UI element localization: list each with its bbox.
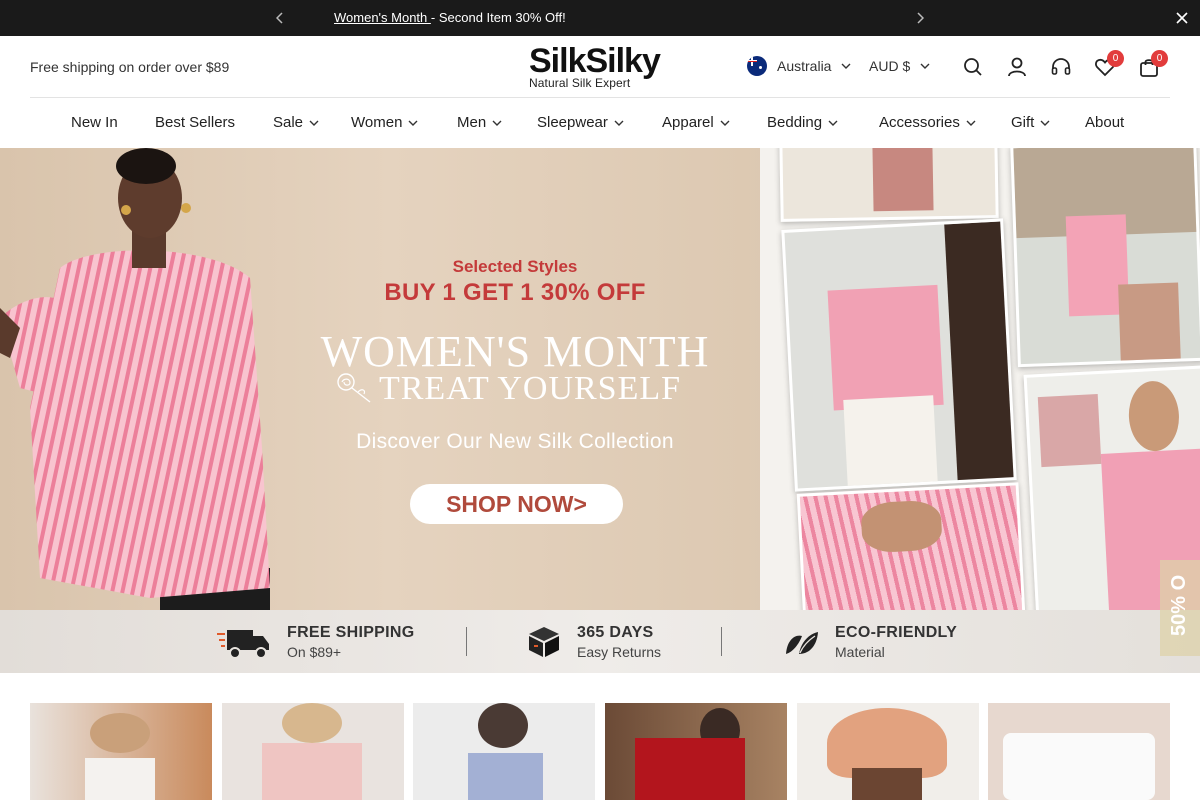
discount-side-tab-label: 50% O	[1168, 574, 1190, 636]
australia-flag-icon	[747, 56, 767, 76]
nav-item-bedding[interactable]: Bedding	[767, 114, 838, 131]
announcement-text: Women's Month - Second Item 30% Off!	[334, 10, 566, 25]
nav-label: Men	[457, 114, 487, 131]
currency-label: AUD $	[869, 58, 911, 74]
region-label: Australia	[777, 58, 832, 74]
chevron-down-icon	[920, 63, 930, 69]
announcement-offer: - Second Item 30% Off!	[430, 10, 566, 25]
close-announcement-button[interactable]	[1172, 8, 1192, 28]
prev-announcement-button[interactable]	[270, 0, 290, 36]
benefit-returns: 365 DAYS Easy Returns	[527, 610, 661, 673]
announcement-bar: Women's Month - Second Item 30% Off!	[0, 0, 1200, 36]
benefit-title: ECO-FRIENDLY	[835, 623, 958, 641]
collage-photo-mirror-selfie	[781, 218, 1017, 492]
nav-label: About	[1085, 114, 1125, 131]
benefits-bar: FREE SHIPPING On $89+ 365 DAYS Easy Retu…	[0, 610, 1200, 673]
product-card[interactable]	[605, 703, 787, 800]
chevron-down-icon	[614, 120, 624, 126]
product-card[interactable]	[413, 703, 595, 800]
hero-model-image	[0, 148, 270, 610]
nav-item-sale[interactable]: Sale	[273, 114, 319, 131]
hero-subheadline: TREAT YOURSELF	[378, 370, 682, 407]
benefit-title: 365 DAYS	[577, 623, 654, 641]
region-selector[interactable]: Australia	[747, 56, 867, 76]
nav-item-women[interactable]: Women	[351, 114, 418, 131]
main-navigation: New In Best Sellers Sale Women Men Sleep…	[0, 98, 1200, 148]
product-row	[0, 703, 1200, 800]
site-logo[interactable]: SilkSilky Natural Silk Expert	[529, 44, 674, 90]
nav-item-accessories[interactable]: Accessories	[879, 114, 976, 131]
chevron-down-icon	[828, 120, 838, 126]
next-announcement-button[interactable]	[910, 0, 930, 36]
nav-item-gift[interactable]: Gift	[1011, 114, 1050, 131]
cart-button[interactable]: 0	[1138, 50, 1168, 78]
collage-photo-chair	[779, 148, 999, 222]
collage-photo-kitchen	[1010, 148, 1200, 368]
shipping-note: Free shipping on order over $89	[30, 59, 230, 75]
nav-item-sleepwear[interactable]: Sleepwear	[537, 114, 624, 131]
benefit-eco: ECO-FRIENDLY Material	[785, 610, 957, 673]
discount-side-tab[interactable]: 50% O	[1160, 560, 1200, 656]
currency-selector[interactable]: AUD $	[869, 58, 930, 74]
benefit-subtitle: Easy Returns	[577, 643, 662, 660]
support-button[interactable]	[1050, 56, 1072, 78]
nav-item-best-sellers[interactable]: Best Sellers	[155, 114, 235, 131]
close-icon	[1176, 12, 1188, 24]
product-card[interactable]	[222, 703, 404, 800]
nav-label: Women	[351, 114, 403, 131]
leaf-icon	[786, 631, 818, 654]
user-icon	[1008, 57, 1026, 77]
benefit-divider	[466, 627, 467, 656]
account-button[interactable]	[1006, 56, 1028, 78]
search-button[interactable]	[962, 56, 984, 78]
wishlist-button[interactable]: 0	[1094, 50, 1124, 78]
search-icon	[964, 58, 982, 76]
chevron-down-icon	[408, 120, 418, 126]
chevron-left-icon	[276, 12, 283, 24]
hero-offer: BUY 1 GET 1 30% OFF	[384, 279, 646, 306]
benefit-free-shipping: FREE SHIPPING On $89+	[217, 610, 414, 673]
nav-label: Sleepwear	[537, 114, 608, 131]
nav-label: New In	[71, 114, 118, 131]
hero-banner[interactable]: Selected Styles BUY 1 GET 1 30% OFF WOME…	[0, 148, 1200, 610]
hero-discover-text: Discover Our New Silk Collection	[356, 430, 674, 453]
nav-item-men[interactable]: Men	[457, 114, 502, 131]
cart-count-badge: 0	[1151, 50, 1168, 67]
benefit-title: FREE SHIPPING	[287, 623, 415, 641]
nav-label: Gift	[1011, 114, 1035, 131]
box-icon	[529, 626, 559, 657]
site-header: Free shipping on order over $89 SilkSilk…	[0, 36, 1200, 98]
hero-selected-styles: Selected Styles	[452, 257, 578, 276]
nav-item-new-in[interactable]: New In	[71, 114, 118, 131]
chevron-down-icon	[841, 63, 851, 69]
shop-now-button[interactable]: SHOP NOW>	[410, 484, 623, 524]
benefit-subtitle: Material	[835, 643, 885, 660]
logo-brand: SilkSilky	[529, 42, 661, 80]
product-card[interactable]	[797, 703, 979, 800]
collage-photo-closeup	[796, 482, 1026, 610]
product-card[interactable]	[30, 703, 212, 800]
nav-label: Accessories	[879, 114, 960, 131]
chevron-right-icon	[917, 12, 924, 24]
nav-label: Best Sellers	[155, 114, 236, 131]
nav-label: Apparel	[662, 114, 714, 131]
nav-item-apparel[interactable]: Apparel	[662, 114, 730, 131]
chevron-down-icon	[492, 120, 502, 126]
benefit-divider	[721, 627, 722, 656]
wishlist-count-badge: 0	[1107, 50, 1124, 67]
hero-collage	[760, 148, 1200, 610]
chevron-down-icon	[966, 120, 976, 126]
chevron-down-icon	[309, 120, 319, 126]
benefit-subtitle: On $89+	[287, 643, 342, 660]
announcement-link[interactable]: Women's Month	[334, 10, 431, 25]
truck-icon	[217, 629, 269, 659]
nav-item-about[interactable]: About	[1085, 114, 1124, 131]
chevron-down-icon	[1040, 120, 1050, 126]
product-card[interactable]	[988, 703, 1170, 800]
chevron-down-icon	[720, 120, 730, 126]
nav-label: Bedding	[767, 114, 823, 131]
headset-icon	[1051, 58, 1071, 75]
nav-label: Sale	[273, 114, 304, 131]
